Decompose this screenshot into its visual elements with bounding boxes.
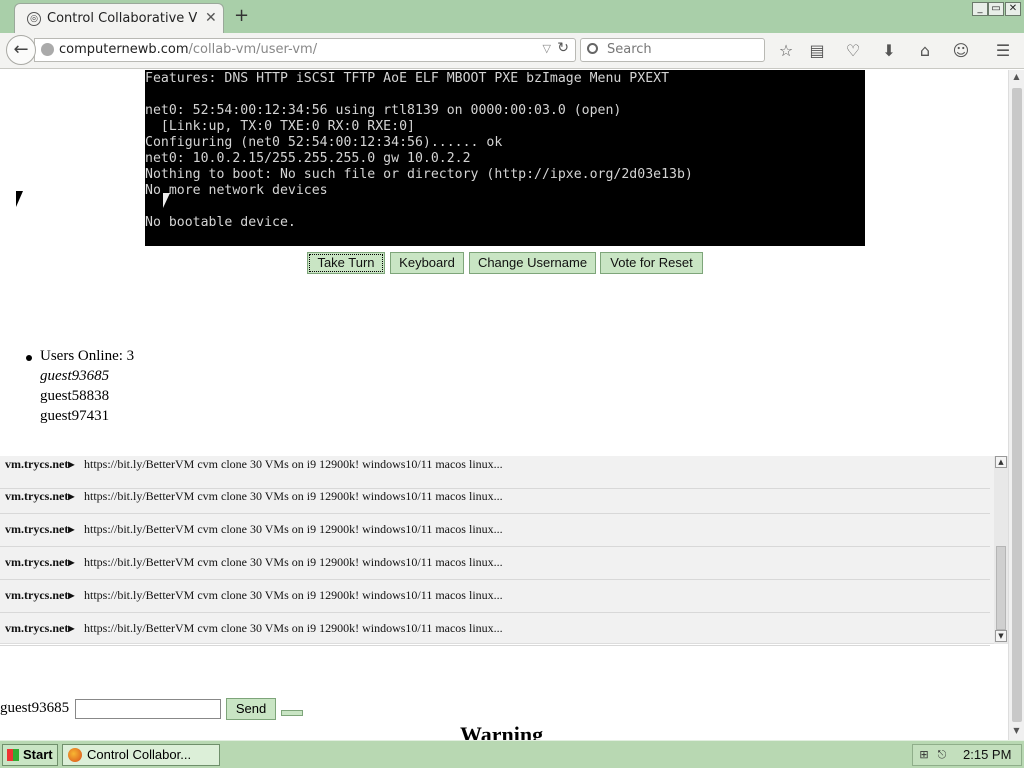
tab-close-icon[interactable]: ✕ xyxy=(205,10,217,26)
search-placeholder: Search xyxy=(607,42,652,57)
chat-nick: vm.trycs.net▸ xyxy=(5,588,75,602)
chat-nick: vm.trycs.net▸ xyxy=(5,621,75,635)
pocket-icon[interactable]: ♡ xyxy=(842,41,864,60)
chat-log[interactable]: vm.trycs.net▸ https://bit.ly/BetterVM cv… xyxy=(0,456,1008,646)
home-icon[interactable]: ⌂ xyxy=(914,41,936,60)
chat-nick: vm.trycs.net▸ xyxy=(5,522,75,536)
chat-message: vm.trycs.net▸ https://bit.ly/BetterVM cv… xyxy=(0,547,990,580)
search-icon xyxy=(587,43,598,54)
navigation-toolbar: computernewb.com/collab-vm/user-vm/ ▽ ↻ … xyxy=(0,33,1024,69)
change-username-button[interactable]: Change Username xyxy=(469,252,596,274)
warning-heading: Warning xyxy=(460,722,544,740)
chat-text: https://bit.ly/BetterVM cvm clone 30 VMs… xyxy=(84,588,503,602)
os-taskbar: Start Control Collabor... ⊞ ⎋ 2:15 PM xyxy=(0,740,1024,768)
vm-console-screen[interactable]: Features: DNS HTTP iSCSI TFTP AoE ELF MB… xyxy=(145,70,865,246)
site-identity-icon[interactable] xyxy=(41,43,54,56)
chat-text: https://bit.ly/BetterVM cvm clone 30 VMs… xyxy=(84,555,503,569)
send-button[interactable]: Send xyxy=(226,698,276,720)
chat-message: vm.trycs.net▸ https://bit.ly/BetterVM cv… xyxy=(0,580,990,613)
mouse-cursor-icon xyxy=(16,191,23,207)
user-entry: guest97431 xyxy=(40,408,110,424)
chat-text: https://bit.ly/BetterVM cvm clone 30 VMs… xyxy=(84,621,503,635)
maximize-button[interactable]: ▭ xyxy=(988,2,1004,16)
vm-cursor-icon xyxy=(163,193,170,208)
chat-scroll-down-icon[interactable]: ▼ xyxy=(995,630,1007,642)
browser-titlebar: ◎ Control Collaborative Vir... ✕ + _ ▭ ✕ xyxy=(0,0,1024,33)
clock[interactable]: 2:15 PM xyxy=(963,747,1011,762)
close-window-button[interactable]: ✕ xyxy=(1005,2,1021,16)
chat-message: vm.trycs.net▸ https://bit.ly/BetterVM cv… xyxy=(0,481,990,514)
new-tab-button[interactable]: + xyxy=(234,5,249,26)
minimize-button[interactable]: _ xyxy=(972,2,988,16)
vote-for-reset-button[interactable]: Vote for Reset xyxy=(600,252,703,274)
download-icon[interactable]: ⬇ xyxy=(878,41,900,60)
chat-text: https://bit.ly/BetterVM cvm clone 30 VMs… xyxy=(84,522,503,536)
extra-small-button[interactable] xyxy=(281,710,303,716)
user-entry: guest58838 xyxy=(40,388,110,404)
page-viewport: Features: DNS HTTP iSCSI TFTP AoE ELF MB… xyxy=(0,70,1008,740)
reading-list-icon[interactable]: ▤ xyxy=(806,41,828,60)
url-history-dropdown-icon[interactable]: ▽ xyxy=(543,42,551,55)
network-icon[interactable]: ⊞ xyxy=(917,748,931,762)
keyboard-button[interactable]: Keyboard xyxy=(390,252,464,274)
chat-message: vm.trycs.net▸ https://bit.ly/BetterVM cv… xyxy=(0,514,990,547)
chat-icon[interactable]: ☺ xyxy=(950,41,972,60)
take-turn-button[interactable]: Take Turn xyxy=(307,252,385,274)
chat-nick: vm.trycs.net▸ xyxy=(5,489,75,503)
chat-scrollbar[interactable]: ▲ ▼ xyxy=(994,456,1008,644)
taskbar-browser-item[interactable]: Control Collabor... xyxy=(62,744,220,766)
scroll-down-icon[interactable]: ▼ xyxy=(1011,726,1022,737)
scroll-up-icon[interactable]: ▲ xyxy=(1011,72,1022,83)
start-logo-icon xyxy=(7,749,19,761)
back-button[interactable]: ← xyxy=(6,35,36,65)
user-entry: guest93685 xyxy=(40,368,110,384)
reload-icon[interactable]: ↻ xyxy=(557,40,569,56)
url-path: /collab-vm/user-vm/ xyxy=(188,42,318,57)
start-button[interactable]: Start xyxy=(2,744,58,766)
chat-username: guest93685 xyxy=(0,700,70,716)
chat-scroll-thumb[interactable] xyxy=(996,546,1006,630)
start-label: Start xyxy=(23,747,53,762)
chat-nick: vm.trycs.net▸ xyxy=(5,457,75,471)
firefox-icon xyxy=(68,748,82,762)
system-tray: ⊞ ⎋ 2:15 PM xyxy=(912,744,1022,766)
site-favicon-icon: ◎ xyxy=(27,12,41,26)
menu-icon[interactable]: ☰ xyxy=(992,41,1014,60)
page-scroll-thumb[interactable] xyxy=(1012,88,1022,722)
url-text[interactable]: computernewb.com/collab-vm/user-vm/ xyxy=(59,42,317,57)
page-scrollbar[interactable]: ▲ ▼ xyxy=(1008,70,1024,740)
safely-remove-icon[interactable]: ⎋ xyxy=(935,748,949,762)
chat-nick: vm.trycs.net▸ xyxy=(5,555,75,569)
taskbar-item-label: Control Collabor... xyxy=(87,747,192,762)
chat-input[interactable] xyxy=(75,699,221,719)
bookmark-star-icon[interactable]: ☆ xyxy=(775,41,797,60)
chat-text: https://bit.ly/BetterVM cvm clone 30 VMs… xyxy=(84,457,503,471)
list-bullet xyxy=(26,355,32,361)
url-domain: computernewb.com xyxy=(59,42,189,57)
chat-text: https://bit.ly/BetterVM cvm clone 30 VMs… xyxy=(84,489,503,503)
users-online-count: Users Online: 3 xyxy=(40,348,135,364)
browser-tab[interactable]: ◎ Control Collaborative Vir... ✕ xyxy=(14,3,224,33)
chat-message: vm.trycs.net▸ https://bit.ly/BetterVM cv… xyxy=(0,613,990,646)
chat-scroll-up-icon[interactable]: ▲ xyxy=(995,456,1007,468)
url-bar[interactable]: computernewb.com/collab-vm/user-vm/ ▽ ↻ xyxy=(34,38,576,62)
tab-title: Control Collaborative Vir... xyxy=(47,11,197,26)
search-field[interactable]: Search xyxy=(580,38,765,62)
